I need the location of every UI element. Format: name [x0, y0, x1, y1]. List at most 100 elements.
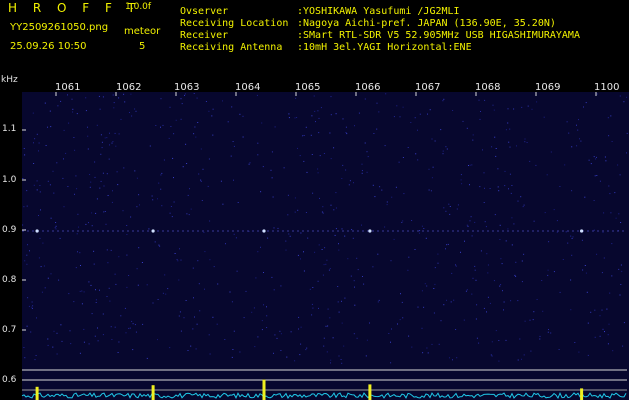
noise-pixel: [438, 343, 440, 345]
noise-pixel: [266, 327, 268, 328]
noise-pixel: [541, 280, 543, 281]
noise-pixel: [596, 156, 597, 158]
noise-pixel: [585, 102, 587, 104]
noise-pixel: [200, 180, 202, 182]
noise-pixel: [494, 136, 496, 138]
noise-pixel: [231, 106, 233, 108]
noise-pixel: [22, 224, 24, 226]
noise-pixel: [158, 182, 160, 184]
noise-pixel: [333, 147, 335, 149]
noise-pixel: [197, 122, 199, 123]
noise-pixel: [498, 190, 500, 192]
noise-pixel: [320, 107, 322, 109]
noise-pixel: [189, 188, 190, 190]
noise-pixel: [135, 331, 137, 333]
noise-pixel: [261, 122, 263, 124]
noise-pixel: [419, 230, 421, 232]
noise-pixel: [426, 285, 428, 287]
noise-pixel: [300, 232, 302, 234]
noise-pixel: [287, 214, 289, 216]
noise-pixel: [183, 317, 185, 319]
noise-pixel: [146, 284, 148, 286]
meteor-echo-dot: [35, 229, 39, 233]
noise-pixel: [529, 319, 531, 321]
noise-pixel: [341, 228, 343, 230]
noise-pixel: [187, 194, 189, 196]
noise-pixel: [298, 316, 300, 318]
noise-pixel: [581, 239, 583, 241]
noise-pixel: [117, 352, 119, 353]
noise-pixel: [323, 337, 325, 339]
noise-pixel: [599, 315, 601, 317]
noise-pixel: [542, 310, 544, 312]
noise-pixel: [442, 100, 444, 102]
noise-pixel: [498, 360, 500, 362]
noise-pixel: [497, 168, 499, 170]
noise-pixel: [38, 215, 39, 216]
noise-pixel: [180, 259, 182, 261]
noise-pixel: [341, 178, 343, 179]
noise-pixel: [108, 287, 110, 289]
noise-pixel: [26, 190, 28, 192]
noise-pixel: [626, 132, 628, 134]
noise-pixel: [34, 359, 36, 361]
noise-pixel: [511, 185, 513, 186]
noise-pixel: [366, 171, 368, 173]
noise-pixel: [116, 171, 118, 173]
noise-pixel: [134, 324, 136, 326]
noise-pixel: [608, 135, 610, 137]
noise-pixel: [193, 133, 195, 135]
meteor-echo-dot: [262, 229, 266, 233]
noise-pixel: [466, 289, 468, 291]
noise-pixel: [297, 254, 299, 256]
noise-pixel: [128, 275, 130, 276]
noise-pixel: [311, 154, 313, 155]
noise-pixel: [185, 300, 187, 301]
noise-pixel: [112, 190, 113, 192]
noise-pixel: [62, 177, 64, 179]
noise-pixel: [311, 303, 313, 305]
noise-pixel: [334, 234, 336, 236]
noise-pixel: [460, 251, 461, 253]
noise-pixel: [323, 345, 325, 347]
noise-pixel: [33, 184, 35, 186]
noise-pixel: [132, 323, 134, 325]
noise-pixel: [68, 293, 70, 295]
noise-pixel: [487, 264, 489, 266]
noise-pixel: [310, 134, 312, 136]
noise-pixel: [122, 210, 124, 212]
noise-pixel: [131, 320, 133, 322]
noise-pixel: [445, 146, 447, 148]
noise-pixel: [442, 150, 444, 152]
noise-pixel: [109, 300, 111, 302]
noise-pixel: [572, 236, 574, 238]
noise-pixel: [288, 117, 290, 119]
noise-pixel: [146, 357, 148, 359]
noise-pixel: [155, 125, 157, 126]
noise-pixel: [204, 288, 205, 290]
noise-pixel: [83, 328, 85, 330]
noise-pixel: [224, 339, 226, 340]
noise-pixel: [243, 317, 245, 319]
noise-pixel: [276, 337, 278, 339]
noise-pixel: [28, 305, 30, 307]
noise-pixel: [73, 137, 75, 138]
noise-pixel: [22, 178, 24, 179]
noise-pixel: [205, 101, 207, 102]
noise-pixel: [314, 110, 316, 112]
noise-pixel: [93, 250, 95, 252]
noise-pixel: [285, 240, 287, 242]
noise-pixel: [90, 284, 92, 286]
noise-pixel: [141, 262, 143, 263]
noise-pixel: [163, 159, 165, 161]
noise-pixel: [604, 331, 605, 333]
noise-pixel: [102, 313, 104, 315]
noise-pixel: [352, 237, 354, 239]
noise-pixel: [626, 96, 628, 98]
noise-pixel: [480, 250, 482, 252]
noise-pixel: [132, 349, 134, 351]
noise-pixel: [385, 93, 387, 95]
noise-pixel: [50, 273, 52, 275]
noise-pixel: [220, 180, 222, 182]
noise-pixel: [274, 126, 276, 128]
